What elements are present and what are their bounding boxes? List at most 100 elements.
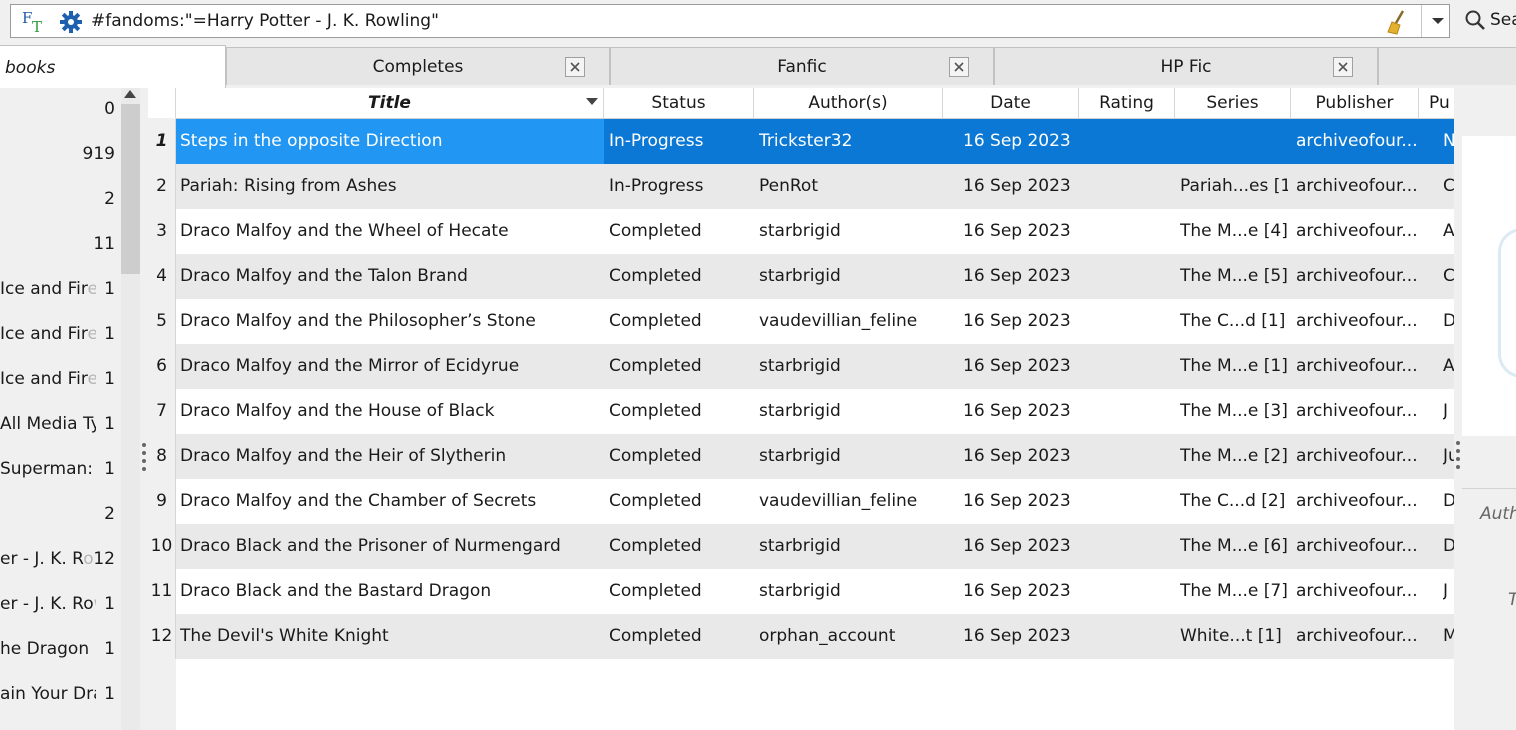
- title-cell[interactable]: Steps in the opposite Direction: [176, 119, 604, 164]
- column-header-title[interactable]: Title: [176, 88, 604, 118]
- series-cell[interactable]: The M...e [4]: [1180, 209, 1288, 254]
- rating-cell[interactable]: [1083, 614, 1171, 659]
- date-cell[interactable]: 16 Sep 2023: [963, 209, 1075, 254]
- title-cell[interactable]: Draco Malfoy and the Chamber of Secrets: [180, 479, 600, 524]
- status-cell[interactable]: Completed: [609, 524, 749, 569]
- title-cell[interactable]: Draco Malfoy and the Wheel of Hecate: [180, 209, 600, 254]
- table-row[interactable]: 4 Draco Malfoy and the Talon Brand Complet…: [148, 254, 1454, 299]
- rating-cell[interactable]: [1083, 569, 1171, 614]
- title-cell[interactable]: Draco Malfoy and the Mirror of Ecidyrue: [180, 344, 600, 389]
- table-row[interactable]: 7 Draco Malfoy and the House of Black Comp…: [148, 389, 1454, 434]
- tag-browser-item[interactable]: 2: [0, 492, 121, 537]
- rating-cell[interactable]: [1083, 164, 1171, 209]
- status-cell[interactable]: Completed: [609, 569, 749, 614]
- row-number[interactable]: 12: [148, 614, 176, 659]
- title-cell[interactable]: The Devil's White Knight: [180, 614, 600, 659]
- pubdate-cell[interactable]: N: [1443, 119, 1454, 164]
- date-cell[interactable]: 16 Sep 2023: [963, 344, 1075, 389]
- author-cell[interactable]: Trickster32: [759, 119, 939, 164]
- publisher-cell[interactable]: archiveofour...: [1296, 209, 1416, 254]
- series-cell[interactable]: The M...e [1]: [1180, 344, 1288, 389]
- tab-fanfic[interactable]: Fanfic: [610, 47, 994, 85]
- pubdate-cell[interactable]: D: [1443, 524, 1454, 569]
- tab-overflow[interactable]: [1378, 47, 1516, 85]
- table-row[interactable]: 12 The Devil's White Knight Completed orpha…: [148, 614, 1454, 659]
- title-cell[interactable]: Pariah: Rising from Ashes: [180, 164, 600, 209]
- title-cell[interactable]: Draco Malfoy and the House of Black: [180, 389, 600, 434]
- date-cell[interactable]: 16 Sep 2023: [963, 479, 1075, 524]
- publisher-cell[interactable]: archiveofour...: [1296, 164, 1416, 209]
- series-cell[interactable]: The M...e [5]: [1180, 254, 1288, 299]
- book-list-scrollbar[interactable]: [1454, 88, 1462, 730]
- date-cell[interactable]: 16 Sep 2023: [963, 389, 1075, 434]
- column-header-pubdate[interactable]: Pu: [1419, 88, 1454, 118]
- series-cell[interactable]: The C...d [1]: [1180, 299, 1288, 344]
- tag-browser-item[interactable]: All Media Typ 1: [0, 402, 121, 447]
- publisher-cell[interactable]: archiveofour...: [1296, 344, 1416, 389]
- search-history-dropdown-icon[interactable]: [1426, 5, 1450, 37]
- column-header-authors[interactable]: Author(s): [754, 88, 943, 118]
- search-box[interactable]: F T #fandoms:"=Harry Potter - J. K. Rowl…: [10, 4, 1450, 38]
- date-cell[interactable]: 16 Sep 2023: [963, 299, 1075, 344]
- pubdate-cell[interactable]: J: [1443, 389, 1454, 434]
- row-number[interactable]: 11: [148, 569, 176, 614]
- rating-cell[interactable]: [1083, 299, 1171, 344]
- author-cell[interactable]: starbrigid: [759, 569, 939, 614]
- table-row[interactable]: 9 Draco Malfoy and the Chamber of Secrets…: [148, 479, 1454, 524]
- search-button[interactable]: Sea: [1490, 10, 1516, 30]
- series-cell[interactable]: The M...e [7]: [1180, 569, 1288, 614]
- tab-completes[interactable]: Completes: [226, 47, 610, 85]
- row-number[interactable]: 3: [148, 209, 176, 254]
- pubdate-cell[interactable]: C: [1443, 254, 1454, 299]
- status-cell[interactable]: Completed: [609, 479, 749, 524]
- close-tab-icon[interactable]: [565, 57, 585, 77]
- row-number[interactable]: 1: [148, 119, 176, 164]
- rating-cell[interactable]: [1083, 209, 1171, 254]
- publisher-cell[interactable]: archiveofour...: [1296, 119, 1416, 164]
- table-row[interactable]: 5 Draco Malfoy and the Philosopher’s Ston…: [148, 299, 1454, 344]
- tag-browser-item[interactable]: er - J. K. Row 1: [0, 582, 121, 627]
- tag-browser-item[interactable]: Superman: D 1: [0, 447, 121, 492]
- publisher-cell[interactable]: archiveofour...: [1296, 524, 1416, 569]
- column-header-series[interactable]: Series: [1175, 88, 1291, 118]
- table-row[interactable]: 2 Pariah: Rising from Ashes In-Progress Pen…: [148, 164, 1454, 209]
- date-cell[interactable]: 16 Sep 2023: [963, 569, 1075, 614]
- cover-display[interactable]: [1462, 136, 1516, 436]
- rating-cell[interactable]: [1083, 524, 1171, 569]
- status-cell[interactable]: Completed: [609, 209, 749, 254]
- date-cell[interactable]: 16 Sep 2023: [963, 254, 1075, 299]
- date-cell[interactable]: 16 Sep 2023: [963, 434, 1075, 479]
- table-row[interactable]: 10 Draco Black and the Prisoner of Nurmen…: [148, 524, 1454, 569]
- series-cell[interactable]: [1180, 119, 1288, 164]
- row-number[interactable]: 9: [148, 479, 176, 524]
- title-cell[interactable]: Draco Black and the Prisoner of Nurmenga…: [180, 524, 600, 569]
- publisher-cell[interactable]: archiveofour...: [1296, 389, 1416, 434]
- tag-browser-item[interactable]: Ice and Fire 1: [0, 267, 121, 312]
- author-cell[interactable]: starbrigid: [759, 254, 939, 299]
- status-cell[interactable]: Completed: [609, 299, 749, 344]
- rating-cell[interactable]: [1083, 389, 1171, 434]
- publisher-cell[interactable]: archiveofour...: [1296, 479, 1416, 524]
- search-input[interactable]: #fandoms:"=Harry Potter - J. K. Rowling": [91, 11, 439, 31]
- tab-hp-fic[interactable]: HP Fic: [994, 47, 1378, 85]
- publisher-cell[interactable]: archiveofour...: [1296, 434, 1416, 479]
- corner-cell[interactable]: [148, 88, 176, 118]
- row-number[interactable]: 10: [148, 524, 176, 569]
- rating-cell[interactable]: [1083, 434, 1171, 479]
- author-cell[interactable]: vaudevillian_feline: [759, 479, 939, 524]
- author-cell[interactable]: vaudevillian_feline: [759, 299, 939, 344]
- series-cell[interactable]: Pariah...es [1]: [1180, 164, 1288, 209]
- tag-browser-item[interactable]: Ice and Fire 1: [0, 312, 121, 357]
- rating-cell[interactable]: [1083, 254, 1171, 299]
- column-header-rating[interactable]: Rating: [1079, 88, 1175, 118]
- table-row[interactable]: 3 Draco Malfoy and the Wheel of Hecate Com…: [148, 209, 1454, 254]
- column-header-status[interactable]: Status: [604, 88, 754, 118]
- row-number[interactable]: 5: [148, 299, 176, 344]
- table-row[interactable]: 6 Draco Malfoy and the Mirror of Ecidyrue…: [148, 344, 1454, 389]
- tag-browser-item[interactable]: 2: [0, 177, 121, 222]
- status-cell[interactable]: In-Progress: [609, 164, 749, 209]
- clear-search-broom-icon[interactable]: [1383, 8, 1411, 36]
- author-cell[interactable]: starbrigid: [759, 524, 939, 569]
- row-number[interactable]: 2: [148, 164, 176, 209]
- gear-icon[interactable]: [59, 10, 83, 34]
